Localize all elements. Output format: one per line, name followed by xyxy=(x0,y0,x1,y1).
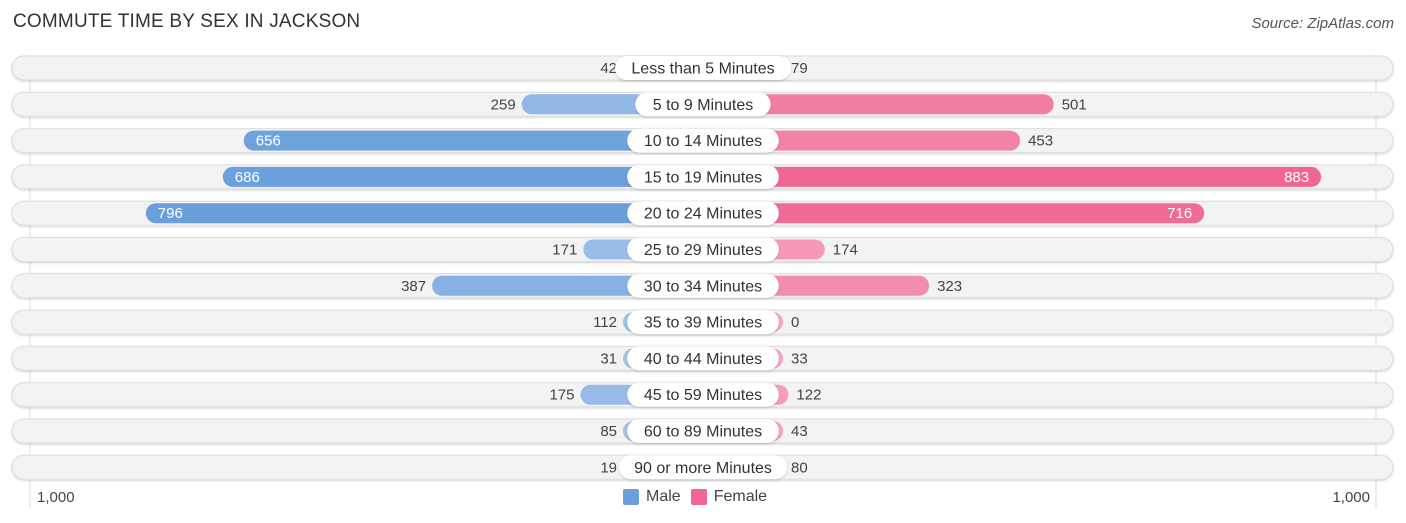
value-label-male: 19 xyxy=(600,459,617,476)
value-label-female: 122 xyxy=(796,387,821,404)
axis-label-right: 1,000 xyxy=(1332,489,1370,506)
value-label-male: 42 xyxy=(600,60,617,77)
value-label-female: 501 xyxy=(1062,96,1087,113)
category-label: 25 to 29 Minutes xyxy=(644,242,762,259)
value-label-male: 31 xyxy=(600,350,617,367)
value-label-male: 112 xyxy=(593,314,617,331)
category-label: 35 to 39 Minutes xyxy=(644,315,762,332)
value-label-female: 79 xyxy=(791,60,808,77)
value-label-male: 175 xyxy=(549,387,574,404)
chart-plot: 42 79 Less than 5 Minutes 259 501 5 to 9 Minu… xyxy=(11,55,1394,508)
value-label-female: 174 xyxy=(833,242,858,259)
category-label: 5 to 9 Minutes xyxy=(653,97,754,114)
category-label: 60 to 89 Minutes xyxy=(644,424,762,441)
bar-female xyxy=(703,166,1322,187)
legend-swatch-male xyxy=(623,489,639,505)
value-label-female: 716 xyxy=(1167,205,1192,222)
legend-label-female: Female xyxy=(713,488,768,505)
category-label: 15 to 19 Minutes xyxy=(644,169,762,186)
category-label: 90 or more Minutes xyxy=(634,460,772,477)
value-label-female: 80 xyxy=(791,459,808,476)
value-label-female: 323 xyxy=(937,278,962,295)
legend-label-male: Male xyxy=(646,488,681,505)
legend-item-female: Female xyxy=(690,488,768,506)
value-label-female: 43 xyxy=(791,423,808,440)
category-label: 40 to 44 Minutes xyxy=(644,351,762,368)
value-label-female: 883 xyxy=(1284,169,1309,186)
legend-swatch-female xyxy=(690,489,707,505)
value-label-female: 33 xyxy=(791,350,808,367)
category-label: 10 to 14 Minutes xyxy=(644,133,762,150)
value-label-male: 387 xyxy=(401,278,426,295)
value-label-male: 686 xyxy=(235,169,260,186)
category-label: 20 to 24 Minutes xyxy=(644,206,762,223)
value-label-male: 171 xyxy=(552,242,577,259)
category-label: 45 to 59 Minutes xyxy=(644,387,762,404)
legend-item-male: Male xyxy=(623,488,681,506)
axis-label-left: 1,000 xyxy=(37,489,75,506)
legend: Male Female xyxy=(623,488,777,506)
bar-male xyxy=(145,203,704,224)
value-label-female: 453 xyxy=(1028,133,1053,150)
category-label: 30 to 34 Minutes xyxy=(644,278,762,295)
value-label-male: 85 xyxy=(600,423,617,440)
value-label-male: 796 xyxy=(158,205,183,222)
value-label-female: 0 xyxy=(791,314,799,331)
value-label-male: 656 xyxy=(256,133,281,150)
category-label: Less than 5 Minutes xyxy=(631,61,774,78)
value-label-male: 259 xyxy=(491,96,516,113)
